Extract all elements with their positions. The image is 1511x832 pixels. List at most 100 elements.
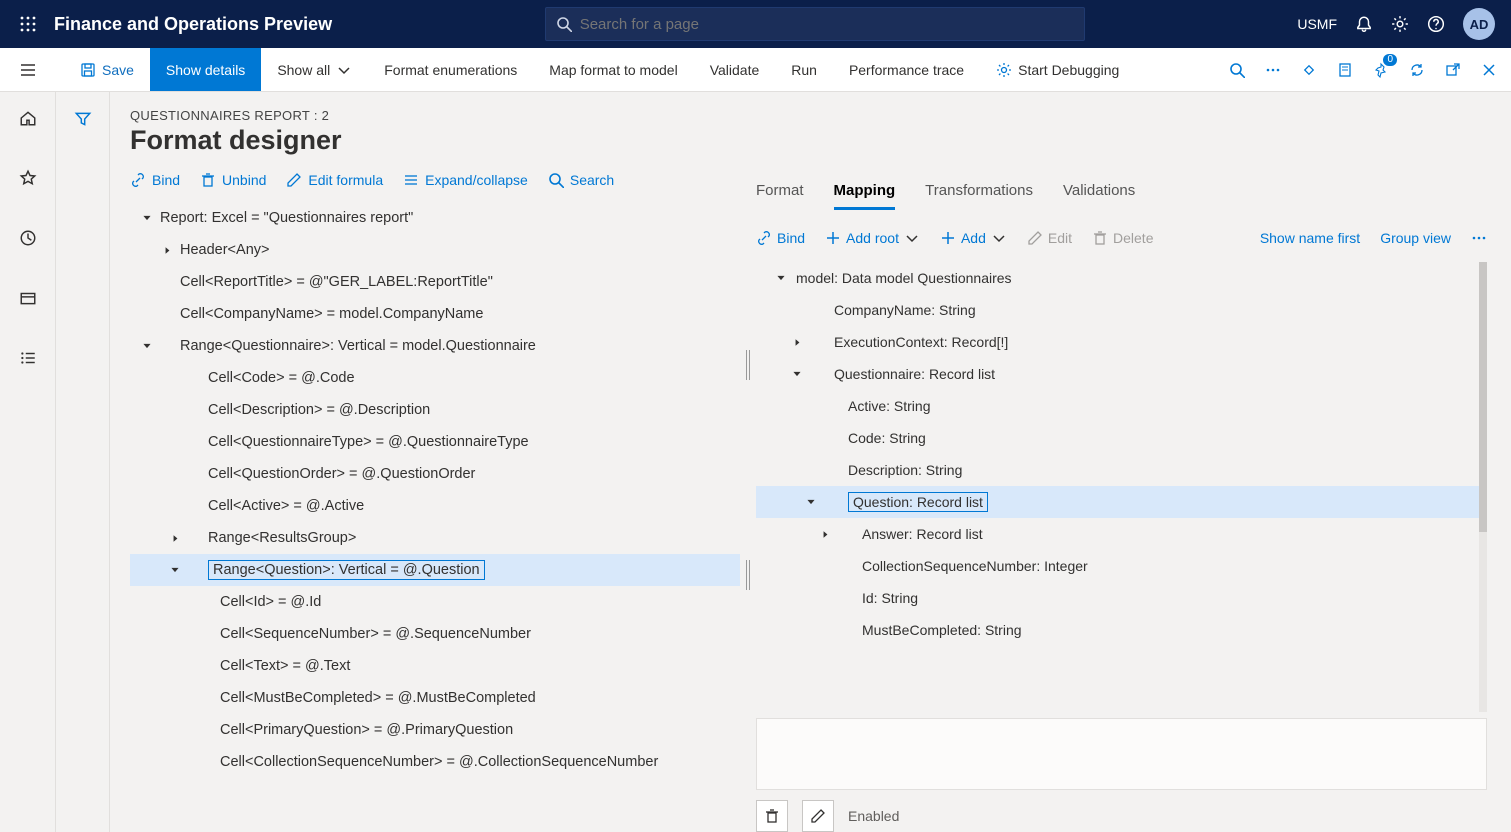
pencil-icon [1027, 230, 1043, 246]
unbind-button[interactable]: Unbind [200, 172, 266, 188]
help-icon[interactable] [1427, 15, 1445, 33]
tree-node[interactable]: Cell<MustBeCompleted> = @.MustBeComplete… [130, 682, 740, 714]
user-avatar[interactable]: AD [1463, 8, 1495, 40]
save-button[interactable]: Save [64, 48, 150, 91]
trash-icon [1092, 230, 1108, 246]
filter-icon[interactable] [74, 110, 92, 832]
validate-button[interactable]: Validate [694, 48, 776, 91]
breadcrumb: QUESTIONNAIRES REPORT : 2 [130, 108, 740, 123]
chevron-down-icon [991, 230, 1007, 246]
format-tree[interactable]: Report: Excel = "Questionnaires report" … [130, 202, 740, 832]
scrollbar[interactable] [1479, 262, 1487, 712]
settings-icon[interactable] [1391, 15, 1409, 33]
tree-node[interactable]: Cell<Description> = @.Description [130, 394, 740, 426]
tree-node[interactable]: Report: Excel = "Questionnaires report" [130, 202, 740, 234]
tree-node[interactable]: MustBeCompleted: String [756, 614, 1487, 646]
tab-format[interactable]: Format [756, 182, 804, 210]
more-icon[interactable] [1471, 230, 1487, 246]
left-rail [0, 92, 56, 832]
favorites-icon[interactable] [8, 158, 48, 198]
tree-node[interactable]: Cell<PrimaryQuestion> = @.PrimaryQuestio… [130, 714, 740, 746]
plus-icon [825, 230, 841, 246]
home-icon[interactable] [8, 98, 48, 138]
map-format-button[interactable]: Map format to model [533, 48, 693, 91]
workspaces-icon[interactable] [8, 278, 48, 318]
tree-node[interactable]: Id: String [756, 582, 1487, 614]
tree-node[interactable]: Active: String [756, 390, 1487, 422]
enabled-label: Enabled [848, 808, 899, 824]
tab-mapping[interactable]: Mapping [834, 182, 896, 210]
doc-icon[interactable] [1327, 48, 1363, 91]
bind-button[interactable]: Bind [130, 172, 180, 188]
start-debugging-button[interactable]: Start Debugging [980, 48, 1135, 91]
edit-button: Edit [1027, 230, 1072, 246]
tree-node[interactable]: Cell<QuestionOrder> = @.QuestionOrder [130, 458, 740, 490]
tree-node[interactable]: CompanyName: String [756, 294, 1487, 326]
pin-icon[interactable]: 0 [1363, 48, 1399, 91]
details-pane [756, 718, 1487, 790]
notifications-icon[interactable] [1355, 15, 1373, 33]
edit-row-button[interactable] [802, 800, 834, 832]
bind-button-right[interactable]: Bind [756, 230, 805, 246]
expand-collapse-button[interactable]: Expand/collapse [403, 172, 528, 188]
modules-icon[interactable] [8, 338, 48, 378]
mapping-toolbar: Bind Add root Add Edit Delete Show name … [756, 230, 1487, 246]
tree-node[interactable]: Cell<Code> = @.Code [130, 362, 740, 394]
diamond-icon[interactable] [1291, 48, 1327, 91]
recent-icon[interactable] [8, 218, 48, 258]
show-details-button[interactable]: Show details [150, 48, 261, 91]
tree-node[interactable]: Cell<Text> = @.Text [130, 650, 740, 682]
search-icon [556, 16, 572, 32]
tree-node[interactable]: Range<Questionnaire>: Vertical = model.Q… [130, 330, 740, 362]
tree-node[interactable]: Cell<CollectionSequenceNumber> = @.Colle… [130, 746, 740, 778]
tree-node[interactable]: Code: String [756, 422, 1487, 454]
edit-formula-button[interactable]: Edit formula [286, 172, 383, 188]
right-tabs: Format Mapping Transformations Validatio… [756, 176, 1487, 210]
tree-node[interactable]: Cell<Active> = @.Active [130, 490, 740, 522]
hamburger-icon[interactable] [0, 48, 56, 92]
tree-node-selected[interactable]: Question: Record list [756, 486, 1487, 518]
tree-node[interactable]: Cell<Id> = @.Id [130, 586, 740, 618]
show-all-button[interactable]: Show all [261, 48, 368, 91]
add-root-button[interactable]: Add root [825, 230, 920, 246]
tab-validations[interactable]: Validations [1063, 182, 1135, 210]
tree-node[interactable]: CollectionSequenceNumber: Integer [756, 550, 1487, 582]
find-icon[interactable] [1219, 48, 1255, 91]
tree-node[interactable]: Cell<ReportTitle> = @"GER_LABEL:ReportTi… [130, 266, 740, 298]
link-icon [756, 230, 772, 246]
mapping-tree[interactable]: model: Data model Questionnaires Company… [756, 262, 1487, 712]
company-label[interactable]: USMF [1297, 16, 1337, 32]
tree-node[interactable]: Header<Any> [130, 234, 740, 266]
tree-node[interactable]: ExecutionContext: Record[!] [756, 326, 1487, 358]
splitter[interactable] [740, 108, 756, 832]
delete-row-button[interactable] [756, 800, 788, 832]
add-button[interactable]: Add [940, 230, 1007, 246]
tree-node[interactable]: Cell<SequenceNumber> = @.SequenceNumber [130, 618, 740, 650]
tree-node[interactable]: Cell<CompanyName> = model.CompanyName [130, 298, 740, 330]
tree-node[interactable]: Questionnaire: Record list [756, 358, 1487, 390]
tree-node[interactable]: Description: String [756, 454, 1487, 486]
tree-node-selected[interactable]: Range<Question>: Vertical = @.Question [130, 554, 740, 586]
more-icon[interactable] [1255, 48, 1291, 91]
tree-node[interactable]: Cell<QuestionnaireType> = @.Questionnair… [130, 426, 740, 458]
global-search[interactable] [545, 7, 1085, 41]
pencil-icon [286, 172, 302, 188]
page-title: Format designer [130, 125, 740, 156]
format-enumerations-button[interactable]: Format enumerations [368, 48, 533, 91]
tree-node[interactable]: model: Data model Questionnaires [756, 262, 1487, 294]
search-icon [548, 172, 564, 188]
tree-node[interactable]: Answer: Record list [756, 518, 1487, 550]
search-input[interactable] [580, 16, 1074, 33]
popout-icon[interactable] [1435, 48, 1471, 91]
show-name-first-button[interactable]: Show name first [1260, 230, 1360, 246]
tab-transformations[interactable]: Transformations [925, 182, 1033, 210]
group-view-button[interactable]: Group view [1380, 230, 1451, 246]
close-icon[interactable] [1471, 48, 1507, 91]
tree-node[interactable]: Range<ResultsGroup> [130, 522, 740, 554]
refresh-icon[interactable] [1399, 48, 1435, 91]
app-launcher-icon[interactable] [8, 15, 48, 33]
search-button[interactable]: Search [548, 172, 614, 188]
command-bar: Save Show details Show all Format enumer… [0, 48, 1511, 92]
run-button[interactable]: Run [775, 48, 833, 91]
performance-trace-button[interactable]: Performance trace [833, 48, 980, 91]
